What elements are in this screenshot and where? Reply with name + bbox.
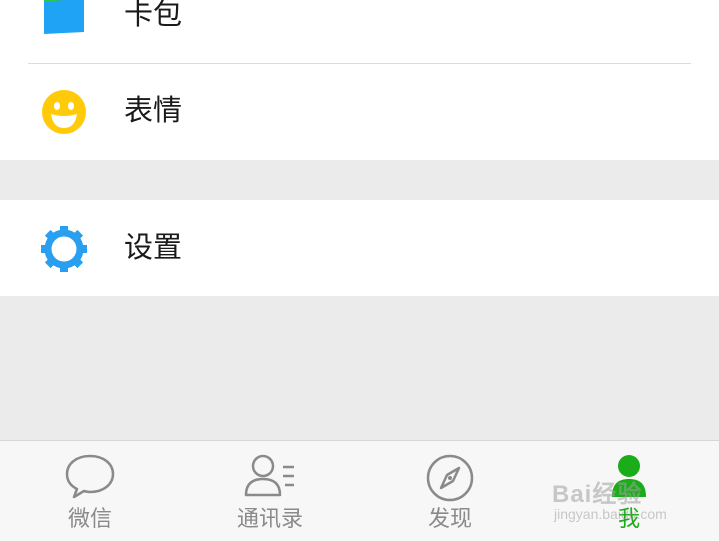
watermark-logo: Bai经验 jingyan.baidu.com bbox=[548, 468, 718, 530]
menu-item-settings[interactable]: 设置 bbox=[0, 200, 719, 296]
tab-label: 发现 bbox=[427, 507, 472, 532]
tab-contacts[interactable]: 通讯录 bbox=[210, 441, 330, 541]
menu-item-stickers[interactable]: 表情 bbox=[0, 64, 719, 160]
watermark-url: jingyan.baidu.com bbox=[554, 506, 667, 522]
compass-icon bbox=[425, 453, 475, 507]
menu-item-label: 设置 bbox=[124, 230, 183, 264]
tab-label: 微信 bbox=[67, 507, 112, 532]
menu-item-label: 表情 bbox=[124, 93, 183, 127]
menu-item-wallet[interactable]: 卡包 bbox=[0, 0, 719, 64]
tab-discover[interactable]: 发现 bbox=[390, 441, 510, 541]
smiley-icon bbox=[40, 88, 88, 140]
tab-chats[interactable]: 微信 bbox=[30, 441, 150, 541]
menu-item-label: 卡包 bbox=[124, 0, 183, 31]
contacts-icon bbox=[243, 453, 297, 503]
chat-bubble-icon bbox=[64, 453, 116, 503]
gear-icon bbox=[40, 225, 88, 277]
wallet-icon bbox=[40, 0, 90, 42]
watermark-text: Bai经验 bbox=[552, 481, 643, 508]
tab-label: 通讯录 bbox=[236, 507, 303, 532]
